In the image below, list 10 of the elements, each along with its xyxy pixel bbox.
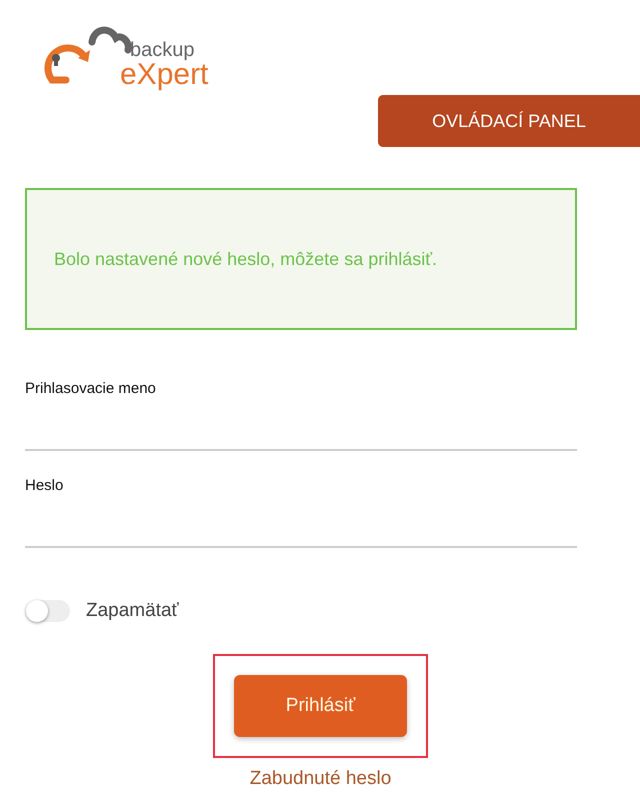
logo-word: backup bbox=[130, 40, 196, 60]
logo-word: eXpert bbox=[120, 60, 208, 90]
field-label: Heslo bbox=[25, 477, 64, 494]
login-button[interactable]: Prihlásiť bbox=[234, 675, 407, 737]
alert-message: Bolo nastavené nové heslo, môžete sa prihlásiť. bbox=[54, 248, 438, 271]
remember-toggle[interactable] bbox=[26, 600, 70, 622]
remember-label: Zapamätať bbox=[86, 600, 179, 622]
control-panel-button[interactable]: OVLÁDACÍ PANEL bbox=[378, 95, 640, 147]
forgot-password-link[interactable]: Zabudnuté heslo bbox=[250, 768, 392, 790]
field-label: Prihlasovacie meno bbox=[25, 380, 157, 397]
